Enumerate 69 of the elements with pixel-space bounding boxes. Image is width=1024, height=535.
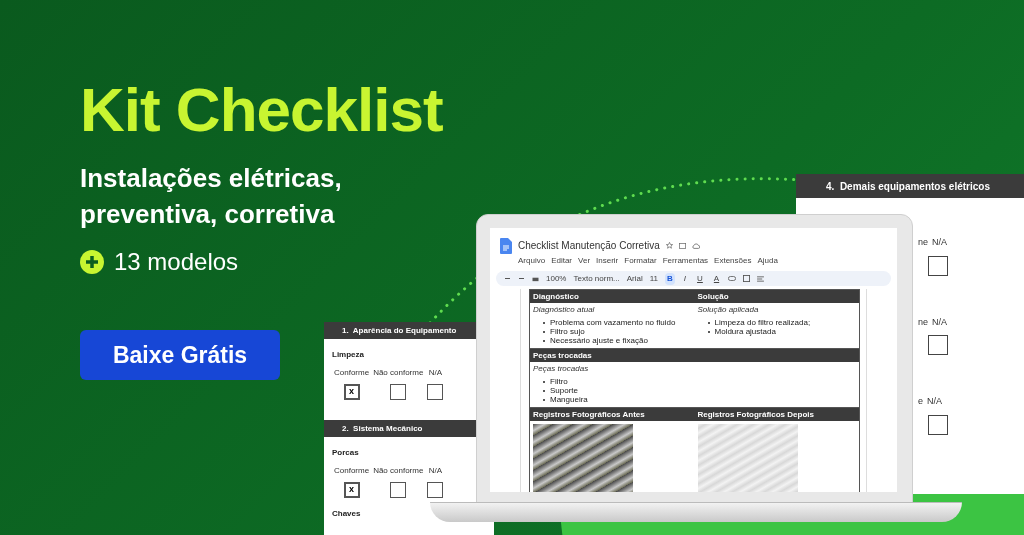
- headline: Kit Checklist: [80, 74, 443, 146]
- menu-item[interactable]: Inserir: [596, 255, 619, 267]
- item-label: Porcas: [332, 447, 360, 459]
- option-label: N/A: [927, 395, 943, 408]
- table-header: Solução: [696, 290, 730, 303]
- font-size-field[interactable]: 11: [649, 272, 659, 285]
- menu-item[interactable]: Arquivo: [518, 255, 546, 267]
- plus-circle-icon: [80, 250, 104, 274]
- option-label: Não conforme: [373, 367, 424, 379]
- list-item: Mangueira: [550, 395, 588, 404]
- format-button[interactable]: B: [665, 272, 675, 285]
- list-item: Filtro sujo: [550, 327, 585, 336]
- list-item: Suporte: [550, 386, 579, 395]
- checkbox[interactable]: x: [343, 482, 360, 498]
- list-item: Problema com vazamento no fluido: [550, 318, 676, 327]
- zoom-select[interactable]: 100%: [546, 272, 567, 285]
- option-label: Conforme: [334, 367, 370, 379]
- star-icon: [665, 242, 673, 249]
- document-icon: [500, 238, 512, 254]
- item-label: Limpeza: [332, 349, 365, 361]
- checkbox[interactable]: [390, 384, 407, 400]
- checkbox[interactable]: [427, 384, 444, 400]
- subtitle: Instalações elétricas, preventiva, corretiva: [80, 162, 343, 231]
- option-label: ne: [918, 315, 928, 329]
- option-label: N/A: [932, 236, 948, 249]
- option-label: N/A: [428, 465, 443, 477]
- option-label: N/A: [428, 367, 443, 379]
- option-label: Conforme: [334, 465, 370, 477]
- models-count: 13 modelos: [114, 247, 239, 277]
- table-header: Registros Fotográficos Antes: [532, 408, 646, 421]
- list-item: Filtro: [550, 377, 568, 386]
- item-label: Chaves: [332, 508, 362, 520]
- checkbox[interactable]: x: [343, 384, 360, 400]
- menu-item[interactable]: Extensões: [714, 255, 752, 267]
- option-label: e: [918, 395, 923, 408]
- checkbox[interactable]: [928, 335, 948, 355]
- cell-caption: Peças trocadas: [533, 364, 590, 374]
- table-header: Registros Fotográficos Depois: [696, 408, 815, 421]
- format-button[interactable]: I: [681, 272, 689, 285]
- cell-caption: Diagnóstico atual: [533, 305, 596, 315]
- menu-item[interactable]: Ajuda: [757, 255, 778, 267]
- table-header: Diagnóstico: [532, 290, 580, 303]
- font-select[interactable]: Arial: [626, 272, 643, 285]
- menu-item[interactable]: Ferramentas: [662, 255, 709, 267]
- list-item: Limpeza do filtro realizada;: [714, 318, 811, 327]
- checkbox[interactable]: [928, 255, 948, 276]
- section-header: 4. Demais equipamentos elétricos: [796, 174, 1024, 198]
- format-button[interactable]: U: [695, 272, 705, 285]
- menu-item[interactable]: Ver: [578, 255, 591, 267]
- checkbox[interactable]: [427, 482, 444, 498]
- table-header: Peças trocadas: [532, 349, 593, 362]
- list-item: Necessário ajuste e fixação: [550, 336, 648, 345]
- option-label: N/A: [932, 315, 948, 329]
- document-title: Checklist Manutenção Corretiva: [518, 239, 660, 253]
- option-label: ne: [918, 236, 928, 249]
- checkbox[interactable]: [390, 482, 407, 498]
- style-select[interactable]: Texto norm...: [573, 272, 620, 285]
- cloud-icon: [691, 242, 700, 249]
- format-button[interactable]: A: [711, 272, 722, 285]
- list-item: Moldura ajustada: [714, 327, 776, 336]
- image-icon[interactable]: [743, 275, 751, 282]
- link-icon[interactable]: [728, 276, 737, 281]
- cell-caption: Solução aplicada: [697, 305, 760, 315]
- menu-item[interactable]: Formatar: [624, 255, 657, 267]
- menu-item[interactable]: Editar: [551, 255, 573, 267]
- download-button[interactable]: Baixe Grátis: [80, 330, 280, 380]
- align-icon[interactable]: [757, 275, 765, 282]
- checkbox[interactable]: [928, 414, 948, 435]
- option-label: Não conforme: [373, 465, 424, 477]
